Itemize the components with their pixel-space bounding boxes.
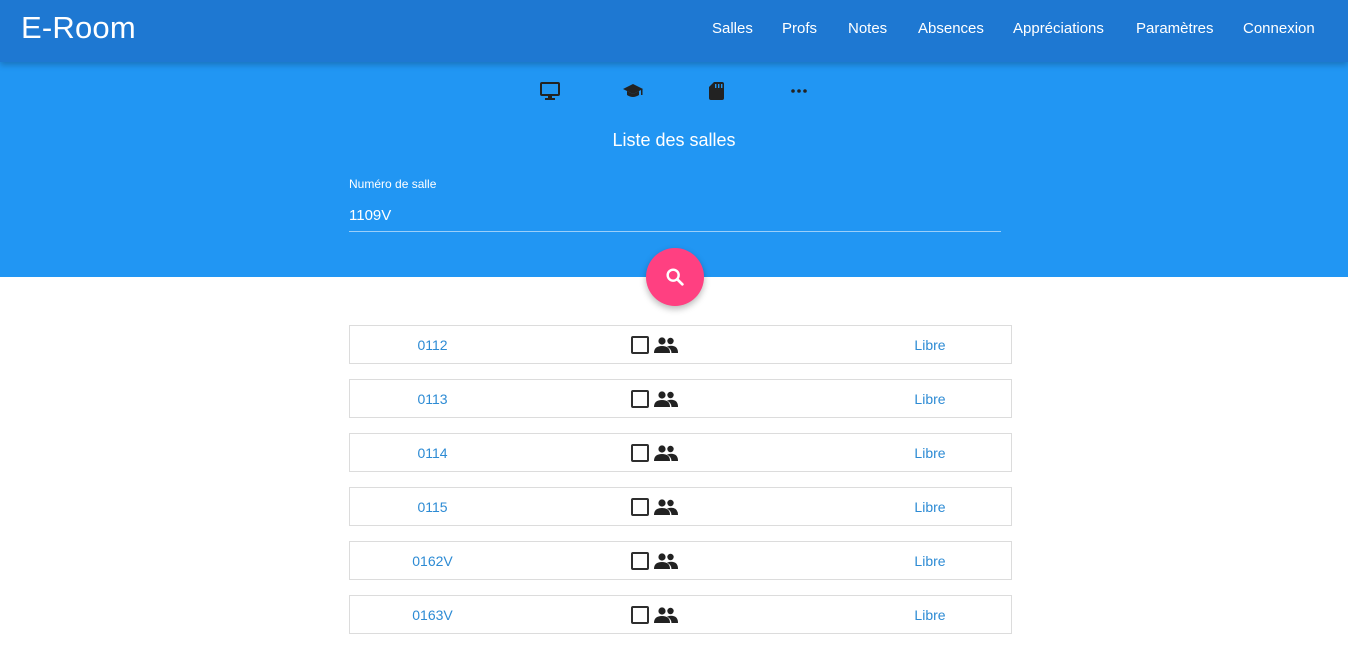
room-icons <box>631 496 678 517</box>
top-navbar: E-Room Salles Profs Notes Absences Appré… <box>0 0 1348 62</box>
room-checkbox[interactable] <box>631 335 649 354</box>
more-horizontal-icon[interactable] <box>787 81 811 101</box>
room-list: 0112 Libre 0113 Libre 0114 Libre 0115 Li… <box>349 325 1012 649</box>
group-icon <box>654 606 678 624</box>
room-icons <box>631 442 678 463</box>
room-number-input[interactable] <box>349 199 1001 232</box>
graduation-cap-icon[interactable] <box>621 81 645 101</box>
room-status[interactable]: Libre <box>860 553 1000 569</box>
group-icon <box>654 552 678 570</box>
room-number-label: Numéro de salle <box>349 177 437 191</box>
nav-item-appreciations[interactable]: Appréciations <box>1013 20 1104 37</box>
room-number[interactable]: 0115 <box>350 499 515 515</box>
room-row[interactable]: 0162V Libre <box>349 541 1012 580</box>
nav-item-absences[interactable]: Absences <box>918 20 984 37</box>
room-number[interactable]: 0163V <box>350 607 515 623</box>
nav-item-profs[interactable]: Profs <box>782 20 817 37</box>
room-checkbox[interactable] <box>631 605 649 624</box>
room-icons <box>631 604 678 625</box>
room-checkbox[interactable] <box>631 443 649 462</box>
room-status[interactable]: Libre <box>860 499 1000 515</box>
group-icon <box>654 498 678 516</box>
room-number[interactable]: 0113 <box>350 391 515 407</box>
room-row[interactable]: 0114 Libre <box>349 433 1012 472</box>
room-checkbox[interactable] <box>631 551 649 570</box>
page-title: Liste des salles <box>612 130 736 150</box>
nav-item-connexion[interactable]: Connexion <box>1243 20 1315 37</box>
sd-card-icon[interactable] <box>704 81 728 101</box>
room-icons <box>631 388 678 409</box>
monitor-icon[interactable] <box>538 81 562 101</box>
room-row[interactable]: 0163V Libre <box>349 595 1012 634</box>
room-number[interactable]: 0112 <box>350 337 515 353</box>
group-icon <box>654 390 678 408</box>
room-number[interactable]: 0162V <box>350 553 515 569</box>
room-checkbox[interactable] <box>631 497 649 516</box>
nav-item-salles[interactable]: Salles <box>712 20 753 37</box>
search-hero: Liste des salles Numéro de salle <box>0 62 1348 277</box>
room-status[interactable]: Libre <box>860 391 1000 407</box>
nav-item-parametres[interactable]: Paramètres <box>1136 20 1214 37</box>
room-icons <box>631 334 678 355</box>
room-row[interactable]: 0113 Libre <box>349 379 1012 418</box>
room-status[interactable]: Libre <box>860 607 1000 623</box>
room-checkbox[interactable] <box>631 389 649 408</box>
app-brand[interactable]: E-Room <box>21 10 136 46</box>
room-number[interactable]: 0114 <box>350 445 515 461</box>
search-icon <box>664 266 686 288</box>
group-icon <box>654 444 678 462</box>
room-status[interactable]: Libre <box>860 337 1000 353</box>
room-row[interactable]: 0112 Libre <box>349 325 1012 364</box>
room-status[interactable]: Libre <box>860 445 1000 461</box>
group-icon <box>654 336 678 354</box>
search-button[interactable] <box>646 248 704 306</box>
nav-item-notes[interactable]: Notes <box>848 20 887 37</box>
room-row[interactable]: 0115 Libre <box>349 487 1012 526</box>
room-icons <box>631 550 678 571</box>
